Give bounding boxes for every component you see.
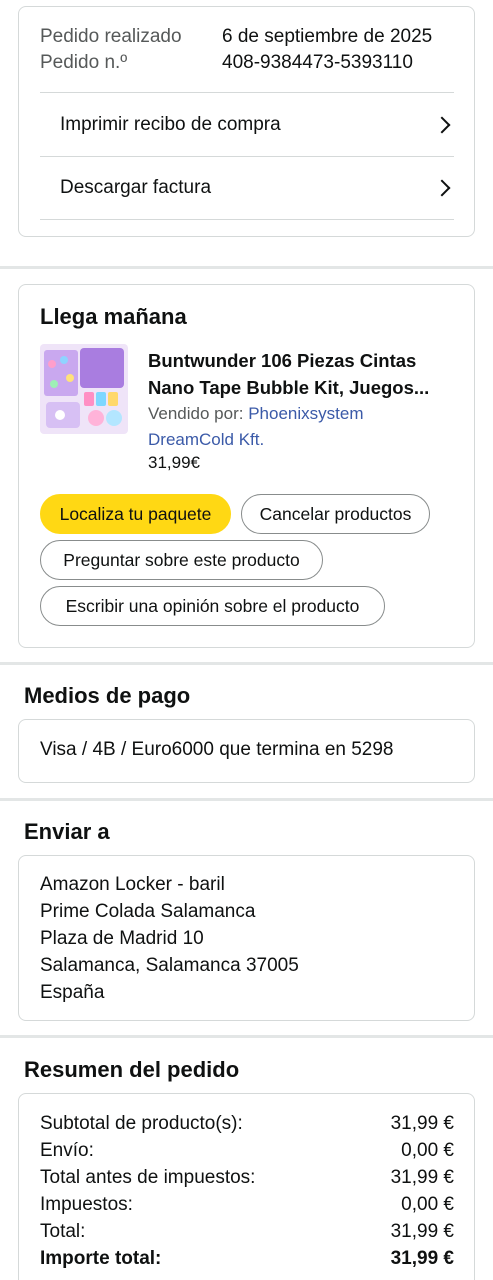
seller-link-line2[interactable]: DreamCold Kft. xyxy=(148,430,264,449)
product-image xyxy=(40,344,128,434)
section-divider xyxy=(0,798,493,801)
track-package-button[interactable]: Localiza tu paquete xyxy=(40,494,231,534)
product-title-line2: Nano Tape Bubble Kit, Juegos... xyxy=(148,377,430,398)
address-card: Amazon Locker - baril Prime Colada Salam… xyxy=(18,855,475,1021)
summary-value: 31,99 € xyxy=(390,1113,454,1134)
product-thumbnail[interactable] xyxy=(40,344,128,434)
cancel-items-button[interactable]: Cancelar productos xyxy=(241,494,430,534)
download-invoice-link[interactable]: Descargar factura xyxy=(40,156,454,220)
address-line: España xyxy=(40,982,105,1003)
address-line: Amazon Locker - baril xyxy=(40,874,225,895)
write-review-button[interactable]: Escribir una opinión sobre el producto xyxy=(40,586,385,626)
summary-label: Impuestos: xyxy=(40,1194,133,1215)
section-divider xyxy=(0,1035,493,1038)
payment-card: Visa / 4B / Euro6000 que termina en 5298 xyxy=(18,719,475,783)
summary-label: Total: xyxy=(40,1221,86,1242)
summary-row: Total: 31,99 € xyxy=(40,1218,454,1245)
summary-heading: Resumen del pedido xyxy=(24,1057,240,1082)
address-line: Plaza de Madrid 10 xyxy=(40,928,204,949)
address-line: Salamanca, Salamanca 37005 xyxy=(40,955,299,976)
download-invoice-label: Descargar factura xyxy=(60,177,212,198)
print-receipt-link[interactable]: Imprimir recibo de compra xyxy=(40,92,454,156)
seller-link[interactable]: Phoenixsystem xyxy=(248,404,363,423)
summary-label: Total antes de impuestos: xyxy=(40,1167,256,1188)
payment-method: Visa / 4B / Euro6000 que termina en 5298 xyxy=(40,739,394,760)
summary-row: Envío: 0,00 € xyxy=(40,1137,454,1164)
sold-by-label: Vendido por: xyxy=(148,404,249,423)
summary-value: 31,99 € xyxy=(390,1167,454,1188)
summary-total-label: Importe total: xyxy=(40,1248,162,1269)
address-line: Prime Colada Salamanca xyxy=(40,901,256,922)
summary-label: Envío: xyxy=(40,1140,94,1161)
seller-info: Vendido por: Phoenixsystem DreamCold Kft… xyxy=(148,401,448,453)
summary-card: Subtotal de producto(s): 31,99 € Envío: … xyxy=(18,1093,475,1280)
section-divider xyxy=(0,662,493,665)
summary-row: Subtotal de producto(s): 31,99 € xyxy=(40,1110,454,1137)
summary-label: Subtotal de producto(s): xyxy=(40,1113,243,1134)
order-number-value: 408-9384473-5393110 xyxy=(222,52,413,73)
section-divider xyxy=(0,266,493,269)
product-price: 31,99€ xyxy=(148,453,200,472)
shipment-card: Llega mañana Buntwunder 106 Piezas Cinta… xyxy=(18,284,475,648)
summary-value: 0,00 € xyxy=(401,1140,454,1161)
summary-row: Impuestos: 0,00 € xyxy=(40,1191,454,1218)
ask-product-button[interactable]: Preguntar sobre este producto xyxy=(40,540,323,580)
chevron-right-icon xyxy=(433,116,451,133)
ship-to-heading: Enviar a xyxy=(24,819,110,844)
payment-heading: Medios de pago xyxy=(24,683,191,708)
order-placed-label: Pedido realizado xyxy=(40,26,182,47)
chevron-right-icon xyxy=(433,179,451,197)
product-title[interactable]: Buntwunder 106 Piezas Cintas Nano Tape B… xyxy=(148,347,458,401)
order-number-label: Pedido n.º xyxy=(40,52,128,73)
order-placed-value: 6 de septiembre de 2025 xyxy=(222,26,433,47)
summary-value: 31,99 € xyxy=(390,1221,454,1242)
summary-row: Total antes de impuestos: 31,99 € xyxy=(40,1164,454,1191)
product-title-line1: Buntwunder 106 Piezas Cintas xyxy=(148,350,417,371)
arrival-heading: Llega mañana xyxy=(40,304,187,329)
summary-total-value: 31,99 € xyxy=(390,1248,454,1269)
order-info-card: Pedido realizado 6 de septiembre de 2025… xyxy=(18,6,475,237)
summary-total-row: Importe total: 31,99 € xyxy=(40,1245,454,1272)
print-receipt-label: Imprimir recibo de compra xyxy=(60,113,281,135)
summary-value: 0,00 € xyxy=(401,1194,454,1215)
